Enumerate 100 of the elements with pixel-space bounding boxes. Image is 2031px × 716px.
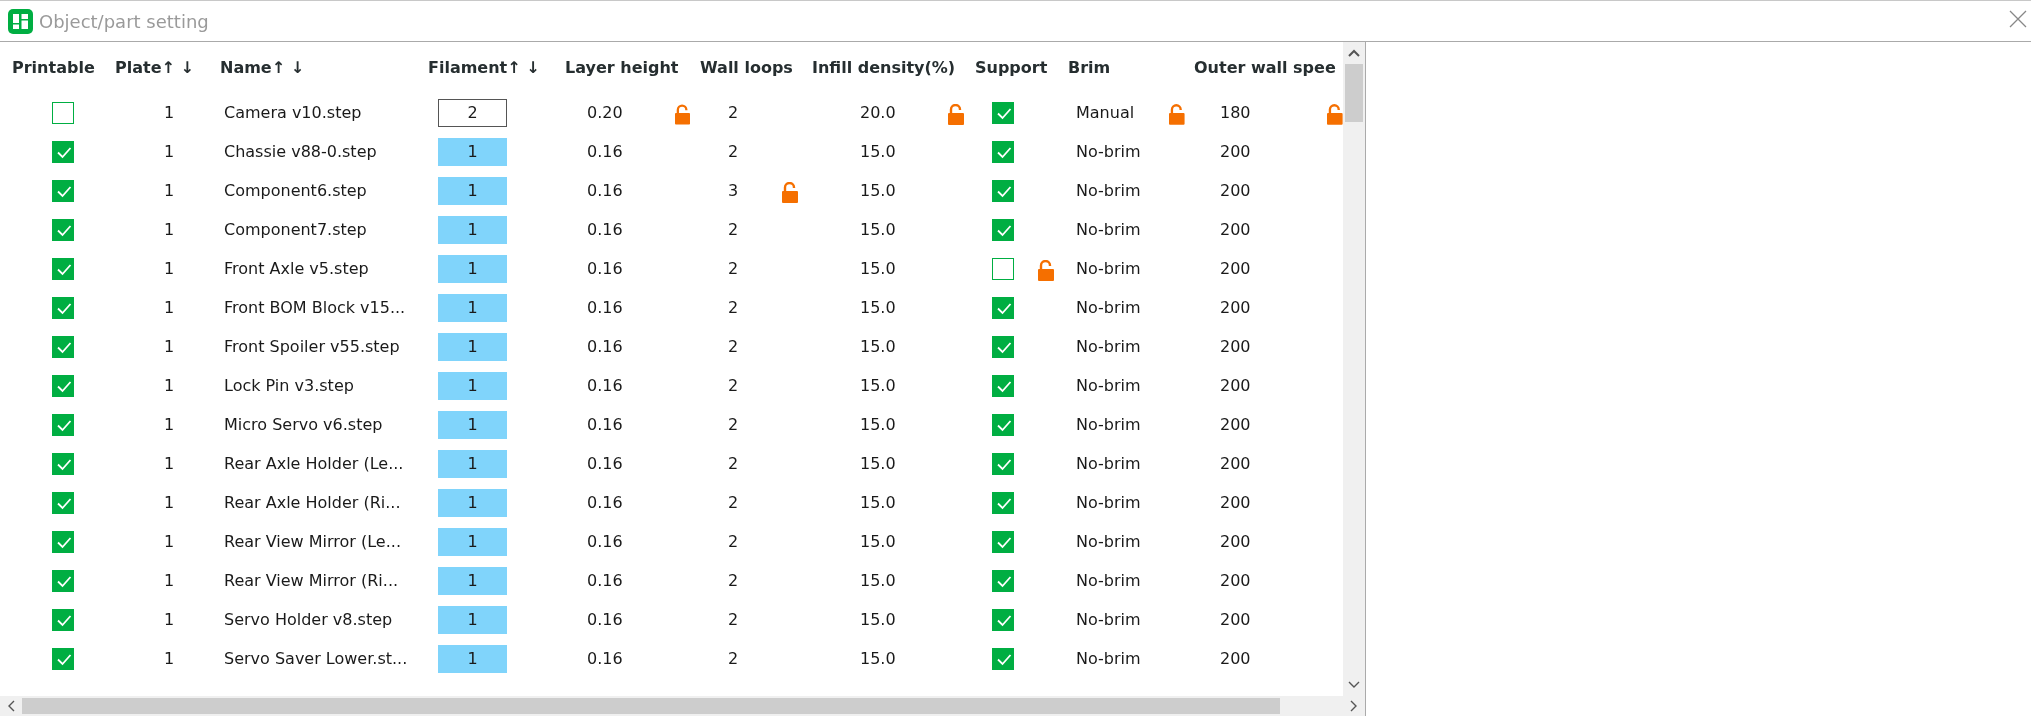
unlocked-padlock-icon[interactable] (674, 104, 690, 125)
column-header[interactable]: Plate (115, 58, 162, 77)
filament-selector[interactable]: 1 (438, 371, 507, 400)
checkbox[interactable] (992, 335, 1014, 358)
infill-density-value: 15.0 (860, 532, 896, 551)
unlocked-padlock-icon[interactable] (948, 104, 964, 125)
filament-selector[interactable]: 1 (438, 254, 507, 283)
sort-arrows[interactable]: ↑ ↓ (161, 58, 194, 77)
object-name: Rear Axle Holder (Ri... (224, 493, 401, 512)
horizontal-scrollbar[interactable] (0, 696, 1365, 716)
checkbox[interactable] (52, 179, 74, 202)
infill-density-value: 15.0 (860, 298, 896, 317)
checkbox[interactable] (992, 452, 1014, 475)
unlocked-padlock-icon[interactable] (782, 182, 798, 203)
sort-arrows[interactable]: ↑ ↓ (271, 58, 305, 77)
plate-number: 1 (164, 532, 175, 551)
plate-number: 1 (164, 298, 175, 317)
checkbox[interactable] (52, 491, 74, 514)
checkbox[interactable] (992, 101, 1014, 124)
checkbox[interactable] (52, 569, 74, 592)
plate-number: 1 (164, 376, 175, 395)
close-icon[interactable] (2009, 10, 2027, 28)
checkbox[interactable] (992, 140, 1014, 163)
app-logo-icon (8, 8, 33, 34)
column-header[interactable]: Outer wall spee (1194, 58, 1336, 77)
column-header[interactable]: Support (975, 58, 1048, 77)
checkbox[interactable] (52, 257, 74, 280)
column-header[interactable]: Infill density(%) (812, 58, 956, 77)
filament-selector[interactable]: 1 (438, 644, 507, 673)
plate-number: 1 (164, 103, 175, 122)
wall-loops-value: 2 (728, 493, 739, 512)
checkbox[interactable] (52, 530, 74, 553)
checkbox[interactable] (992, 218, 1014, 241)
checkbox[interactable] (992, 374, 1014, 397)
column-header[interactable]: Filament (428, 58, 508, 77)
layer-height-value: 0.16 (587, 142, 623, 161)
filament-selector[interactable]: 1 (438, 410, 507, 439)
unlocked-padlock-icon[interactable] (1327, 104, 1343, 125)
object-name: Micro Servo v6.step (224, 415, 383, 434)
column-header[interactable]: Layer height (565, 58, 679, 77)
wall-loops-value: 2 (728, 415, 739, 434)
wall-loops-value: 2 (728, 220, 739, 239)
outer-wall-speed-value: 200 (1220, 142, 1251, 161)
checkbox[interactable] (992, 257, 1014, 280)
checkbox[interactable] (992, 530, 1014, 553)
filament-selector[interactable]: 1 (438, 215, 507, 244)
checkbox[interactable] (992, 491, 1014, 514)
checkbox[interactable] (992, 569, 1014, 592)
infill-density-value: 15.0 (860, 454, 896, 473)
sort-arrows[interactable]: ↑ ↓ (507, 58, 540, 77)
checkbox[interactable] (992, 413, 1014, 436)
filament-selector[interactable]: 1 (438, 293, 507, 322)
vertical-scrollbar[interactable] (1343, 42, 1365, 696)
brim-value: No-brim (1076, 493, 1141, 512)
checkbox[interactable] (52, 374, 74, 397)
checkbox[interactable] (52, 647, 74, 670)
filament-selector[interactable]: 1 (438, 605, 507, 634)
unlocked-padlock-icon[interactable] (1169, 104, 1185, 125)
checkbox[interactable] (52, 296, 74, 319)
column-header[interactable]: Printable (12, 58, 95, 77)
filament-selector[interactable]: 1 (438, 137, 507, 166)
layer-height-value: 0.16 (587, 610, 623, 629)
plate-number: 1 (164, 142, 175, 161)
checkbox[interactable] (52, 101, 74, 124)
unlocked-padlock-icon[interactable] (1038, 260, 1054, 281)
filament-selector[interactable]: 1 (438, 566, 507, 595)
filament-selector[interactable]: 1 (438, 488, 507, 517)
column-header[interactable]: Wall loops (700, 58, 793, 77)
checkbox[interactable] (992, 608, 1014, 631)
checkbox[interactable] (52, 608, 74, 631)
infill-density-value: 15.0 (860, 571, 896, 590)
checkbox[interactable] (52, 452, 74, 475)
filament-selector[interactable]: 1 (438, 449, 507, 478)
object-name: Camera v10.step (224, 103, 362, 122)
scrollbar-thumb[interactable] (22, 698, 1280, 714)
brim-value: No-brim (1076, 376, 1141, 395)
filament-selector[interactable]: 1 (438, 176, 507, 205)
column-header[interactable]: Brim (1068, 58, 1111, 77)
brim-value: No-brim (1076, 337, 1141, 356)
checkbox[interactable] (52, 335, 74, 358)
filament-selector[interactable]: 2 (438, 98, 507, 127)
filament-selector[interactable]: 1 (438, 527, 507, 556)
scrollbar-thumb[interactable] (1345, 64, 1363, 122)
column-header[interactable]: Name (220, 58, 272, 77)
checkbox[interactable] (52, 140, 74, 163)
checkbox[interactable] (52, 218, 74, 241)
object-name: Front Axle v5.step (224, 259, 369, 278)
wall-loops-value: 2 (728, 103, 739, 122)
outer-wall-speed-value: 200 (1220, 649, 1251, 668)
checkbox[interactable] (992, 647, 1014, 670)
checkbox[interactable] (52, 413, 74, 436)
object-name: Servo Holder v8.step (224, 610, 393, 629)
window-title: Object/part setting (39, 10, 209, 32)
wall-loops-value: 2 (728, 298, 739, 317)
checkbox[interactable] (992, 296, 1014, 319)
checkbox[interactable] (992, 179, 1014, 202)
infill-density-value: 15.0 (860, 259, 896, 278)
outer-wall-speed-value: 200 (1220, 415, 1251, 434)
brim-value: No-brim (1076, 571, 1141, 590)
filament-selector[interactable]: 1 (438, 332, 507, 361)
